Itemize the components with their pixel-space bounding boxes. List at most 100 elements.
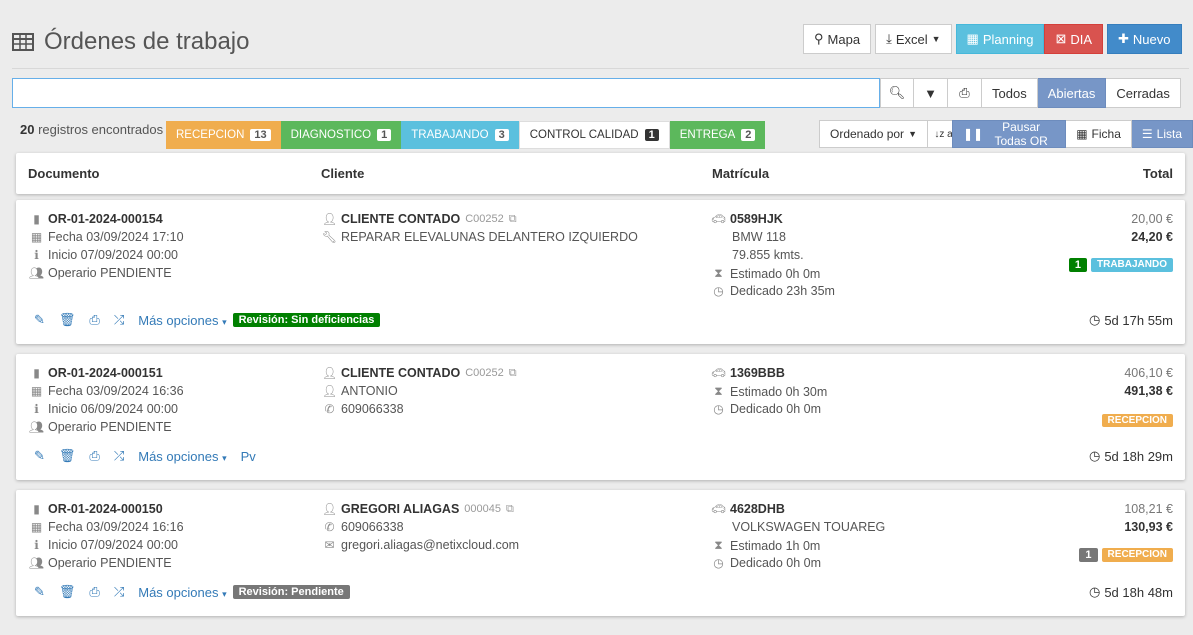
- filter-abiertas[interactable]: Abiertas: [1037, 78, 1107, 108]
- matricula-line: 🚗︎ 1369BBB: [710, 366, 785, 380]
- order-card: ▮ OR-01-2024-000151 ▦ Fecha 03/09/2024 16:…: [16, 354, 1185, 480]
- clock-icon: ◷: [1088, 584, 1101, 599]
- users-icon: 👥︎: [28, 420, 45, 434]
- wrench-icon: 🔧︎: [321, 230, 338, 244]
- inicio-line: ℹ Inicio 06/09/2024 00:00: [30, 402, 178, 416]
- planning-button[interactable]: ▦ Planning: [955, 24, 1045, 54]
- external-link-icon[interactable]: ⧉: [509, 213, 517, 226]
- table-icon: [12, 33, 34, 51]
- trash-icon[interactable]: 🗑︎: [59, 584, 76, 600]
- car-icon: 🚗︎: [710, 212, 727, 226]
- print-icon: ⎙: [959, 85, 970, 100]
- total: 130,93 €: [1124, 520, 1173, 534]
- row-actions: ✎ 🗑︎ ⎙ ⤮ Más opciones ▾ Revisión: Pendie…: [34, 584, 350, 600]
- status-badges: 1 RECEPCION: [1079, 548, 1173, 562]
- modelo-line: BMW 118: [732, 230, 786, 244]
- stat-control-calidad[interactable]: CONTROL CALIDAD 1: [518, 121, 670, 149]
- info-icon: ℹ: [34, 248, 39, 262]
- shuffle-icon[interactable]: ⤮: [114, 584, 124, 600]
- edit-icon[interactable]: ✎: [34, 448, 45, 464]
- users-icon: 👥︎: [28, 556, 45, 570]
- count-badge: 1: [1068, 258, 1087, 272]
- calendar-icon: ▦: [30, 520, 43, 534]
- ficha-view-button[interactable]: ▦ Ficha: [1066, 120, 1132, 148]
- print-icon[interactable]: ⎙: [89, 312, 99, 328]
- nuevo-button[interactable]: ✚ Nuevo: [1107, 24, 1182, 54]
- filter-cerradas[interactable]: Cerradas: [1106, 78, 1181, 108]
- mas-opciones-dropdown[interactable]: Más opciones ▾: [138, 449, 226, 464]
- user-icon: 👤︎: [321, 212, 338, 226]
- file-icon: ▮: [33, 366, 40, 380]
- external-link-icon[interactable]: ⧉: [506, 503, 514, 516]
- sort-alpha-icon: ↓z a: [934, 128, 953, 140]
- cliente-desc-line: 🔧︎ REPARAR ELEVALUNAS DELANTERO IZQUIERDO: [321, 230, 638, 244]
- revision-badge: Revisión: Pendiente: [232, 585, 350, 599]
- order-card: ▮ OR-01-2024-000154 ▦ Fecha 03/09/2024 17:…: [16, 200, 1185, 344]
- col-cliente: Cliente: [321, 166, 365, 181]
- search-button[interactable]: 🔍︎: [880, 78, 914, 108]
- mas-opciones-dropdown[interactable]: Más opciones ▾: [138, 585, 226, 600]
- download-icon: ⤓: [886, 31, 892, 46]
- calendar-icon: ▦: [30, 230, 43, 244]
- caret-down-icon: ▾: [222, 316, 227, 327]
- search-icon: 🔍︎: [888, 85, 906, 100]
- filter-button[interactable]: ▼: [914, 78, 948, 108]
- trash-icon[interactable]: 🗑︎: [59, 312, 76, 328]
- pause-icon: ❚❚: [963, 127, 984, 141]
- clock-icon: ◷: [713, 556, 724, 570]
- excel-button[interactable]: ⤓ Excel ▼: [875, 24, 952, 54]
- total: 24,20 €: [1131, 230, 1173, 244]
- edit-icon[interactable]: ✎: [34, 312, 45, 328]
- subtotal: 108,21 €: [1124, 502, 1173, 516]
- page-title: Órdenes de trabajo: [44, 28, 250, 55]
- modelo-line: VOLKSWAGEN TOUAREG: [732, 520, 886, 534]
- view-group: ❚❚ Pausar Todas OR ▦ Ficha ☰ Lista: [952, 120, 1193, 148]
- pv-link[interactable]: Pv: [241, 449, 256, 464]
- stat-entrega[interactable]: ENTREGA 2: [669, 121, 766, 149]
- filter-icon: ▼: [924, 85, 937, 101]
- status-badge: TRABAJANDO: [1091, 258, 1173, 272]
- doc-number[interactable]: OR-01-2024-000154: [48, 212, 163, 226]
- operario-line: 👥︎ Operario PENDIENTE: [28, 420, 172, 434]
- doc-number[interactable]: OR-01-2024-000151: [48, 366, 163, 380]
- count-badge: 1: [1079, 548, 1098, 562]
- calendar-x-icon: ⊠: [1055, 31, 1067, 46]
- print-icon[interactable]: ⎙: [89, 448, 99, 464]
- info-icon: ℹ: [34, 538, 39, 552]
- search-input[interactable]: [12, 78, 880, 108]
- stat-recepcion[interactable]: RECEPCION 13: [166, 121, 281, 149]
- print-icon[interactable]: ⎙: [89, 584, 99, 600]
- hourglass-icon: ⧗: [714, 538, 723, 552]
- pausar-todas-button[interactable]: ❚❚ Pausar Todas OR: [952, 120, 1067, 148]
- ordenado-por-button[interactable]: Ordenado por ▼: [819, 120, 928, 148]
- order-card: ▮ OR-01-2024-000150 ▦ Fecha 03/09/2024 16:…: [16, 490, 1185, 616]
- mapa-button[interactable]: ⚲ Mapa: [803, 24, 872, 54]
- stat-trabajando[interactable]: TRABAJANDO 3: [401, 121, 519, 149]
- filter-todos[interactable]: Todos: [982, 78, 1038, 108]
- shuffle-icon[interactable]: ⤮: [114, 448, 124, 464]
- info-icon: ℹ: [34, 402, 39, 416]
- kms-line: 79.855 kmts.: [732, 248, 804, 262]
- phone-icon: ✆: [324, 520, 335, 534]
- car-icon: 🚗︎: [710, 366, 727, 380]
- doc-number[interactable]: OR-01-2024-000150: [48, 502, 163, 516]
- shuffle-icon[interactable]: ⤮: [114, 312, 124, 328]
- mas-opciones-dropdown[interactable]: Más opciones ▾: [138, 313, 226, 328]
- cliente-line: 👤︎ CLIENTE CONTADO C00252 ⧉: [321, 212, 517, 226]
- external-link-icon[interactable]: ⧉: [509, 367, 517, 380]
- calendar-icon: ▦: [30, 384, 43, 398]
- lista-view-button[interactable]: ☰ Lista: [1131, 120, 1193, 148]
- stat-diagnostico[interactable]: DIAGNOSTICO 1: [280, 121, 402, 149]
- fecha-line: ▦ Fecha 03/09/2024 16:36: [30, 384, 184, 398]
- col-documento: Documento: [28, 166, 100, 181]
- print-button[interactable]: ⎙: [948, 78, 982, 108]
- subtotal: 20,00 €: [1131, 212, 1173, 226]
- doc-line: ▮ OR-01-2024-000154: [30, 212, 163, 226]
- dia-button[interactable]: ⊠ DIA: [1044, 24, 1104, 54]
- phone-icon: ✆: [324, 402, 335, 416]
- subtotal: 406,10 €: [1124, 366, 1173, 380]
- trash-icon[interactable]: 🗑︎: [59, 448, 76, 464]
- edit-icon[interactable]: ✎: [34, 584, 45, 600]
- records-count: 20 registros encontrados: [20, 122, 164, 137]
- user-icon: 👤︎: [321, 384, 338, 398]
